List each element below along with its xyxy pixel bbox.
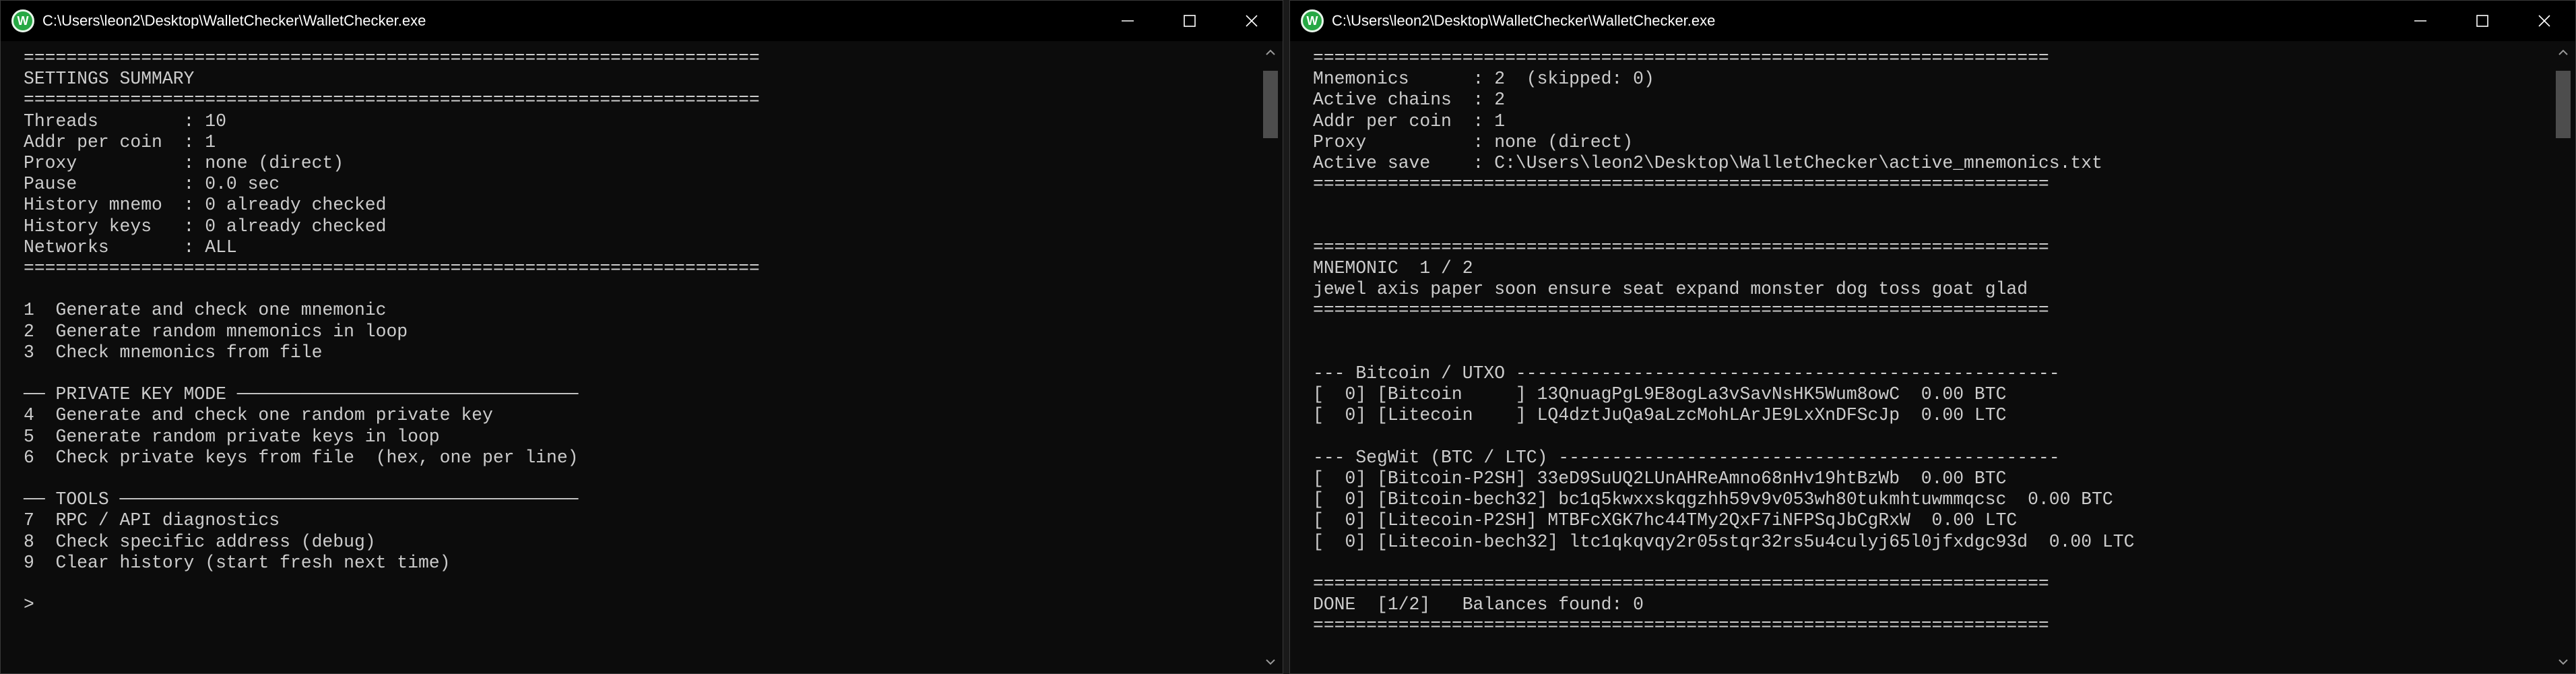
window-title: C:\Users\leon2\Desktop\WalletChecker\Wal… <box>1332 12 1716 29</box>
console-window-left[interactable]: W C:\Users\leon2\Desktop\WalletChecker\W… <box>0 0 1283 674</box>
console-line: ========================================… <box>1313 48 2049 68</box>
console-line: ========================================… <box>1313 237 2049 257</box>
console-line: Pause : 0.0 sec <box>24 174 280 195</box>
console-line: ========================================… <box>1313 300 2049 321</box>
console-line: ========================================… <box>24 90 760 111</box>
close-icon <box>2538 15 2550 27</box>
window-title: C:\Users\leon2\Desktop\WalletChecker\Wal… <box>42 12 426 29</box>
console-line: [ 0] [Bitcoin ] 13QnuagPgL9E8ogLa3vSavNs… <box>1313 384 2007 405</box>
console-output[interactable]: ========================================… <box>1 41 1257 673</box>
window-gap <box>1283 0 1289 674</box>
console-line: Threads : 10 <box>24 111 226 131</box>
console-line: [ 0] [Litecoin-bech32] ltc1qkqvqy2r05stq… <box>1313 531 2135 552</box>
console-line: ========================================… <box>24 48 760 68</box>
console-output[interactable]: ========================================… <box>1290 41 2550 673</box>
console-line: 4 Generate and check one random private … <box>24 405 493 426</box>
console-line: History keys : 0 already checked <box>24 216 387 237</box>
wallet-app-icon: W <box>1301 9 1324 32</box>
wallet-app-icon: W <box>11 9 34 32</box>
console-line: --- Bitcoin / UTXO ---------------------… <box>1313 363 2060 384</box>
scroll-down-arrow-icon[interactable] <box>1258 650 1283 673</box>
console-line: jewel axis paper soon ensure seat expand… <box>1313 279 2028 300</box>
close-icon <box>1246 15 1258 27</box>
maximize-button[interactable] <box>1159 1 1221 41</box>
console-line: --- SegWit (BTC / LTC) -----------------… <box>1313 447 2060 468</box>
console-line: Networks : ALL <box>24 237 237 257</box>
console-line: [ 0] [Bitcoin-bech32] bc1q5kwxxskqgzhh59… <box>1313 489 2113 510</box>
scroll-down-arrow-icon[interactable] <box>2551 650 2575 673</box>
console-line: ========================================… <box>24 258 760 278</box>
console-line: DONE [1/2] Balances found: 0 <box>1313 594 1644 615</box>
console-line: Active save : C:\Users\leon2\Desktop\Wal… <box>1313 153 2102 173</box>
console-line: [ 0] [Litecoin-P2SH] MTBFcXGK7hc44TMy2Qx… <box>1313 510 2018 531</box>
console-line: SETTINGS SUMMARY <box>24 69 195 90</box>
console-line: Addr per coin : 1 <box>1313 111 1506 131</box>
title-bar[interactable]: W C:\Users\leon2\Desktop\WalletChecker\W… <box>1 1 1283 41</box>
console-line: ========================================… <box>1313 174 2049 195</box>
console-line: MNEMONIC 1 / 2 <box>1313 258 1473 278</box>
scroll-up-arrow-icon[interactable] <box>1258 41 1283 64</box>
minimize-icon <box>2414 20 2426 22</box>
console-line: 1 Generate and check one mnemonic <box>24 300 387 321</box>
console-line: ========================================… <box>1313 574 2049 594</box>
console-line: History mnemo : 0 already checked <box>24 195 387 216</box>
console-line: 2 Generate random mnemonics in loop <box>24 321 408 342</box>
minimize-button[interactable] <box>1097 1 1159 41</box>
scrollbar-thumb[interactable] <box>1263 71 1278 138</box>
console-line: Proxy : none (direct) <box>1313 131 1634 152</box>
console-line: Proxy : none (direct) <box>24 153 344 173</box>
console-line: 8 Check specific address (debug) <box>24 531 376 552</box>
maximize-icon <box>1184 15 1196 27</box>
maximize-button[interactable] <box>2451 1 2513 41</box>
console-line: 7 RPC / API diagnostics <box>24 510 280 531</box>
console-line: [ 0] [Litecoin ] LQ4dztJuQa9aLzcMohLArJE… <box>1313 405 2007 426</box>
console-line: ========================================… <box>1313 615 2049 636</box>
console-line: 9 Clear history (start fresh next time) <box>24 552 451 573</box>
console-line: 6 Check private keys from file (hex, one… <box>24 447 579 468</box>
console-line: ── PRIVATE KEY MODE ────────────────────… <box>24 384 579 405</box>
console-window-right[interactable]: W C:\Users\leon2\Desktop\WalletChecker\W… <box>1289 0 2576 674</box>
console-line: > <box>24 594 34 615</box>
console-line: 3 Check mnemonics from file <box>24 342 323 363</box>
minimize-button[interactable] <box>2389 1 2451 41</box>
close-button[interactable] <box>1221 1 1283 41</box>
console-line: Active chains : 2 <box>1313 90 1506 111</box>
console-line: Mnemonics : 2 (skipped: 0) <box>1313 69 1654 90</box>
console-line: Addr per coin : 1 <box>24 131 216 152</box>
scrollbar-thumb[interactable] <box>2556 71 2571 138</box>
close-button[interactable] <box>2513 1 2575 41</box>
vertical-scrollbar[interactable] <box>2551 41 2575 673</box>
maximize-icon <box>2476 15 2488 27</box>
console-line: [ 0] [Bitcoin-P2SH] 33eD9SuUQ2LUnAHReAmn… <box>1313 468 2007 489</box>
title-bar[interactable]: W C:\Users\leon2\Desktop\WalletChecker\W… <box>1290 1 2575 41</box>
console-line: ── TOOLS ───────────────────────────────… <box>24 489 579 510</box>
console-line: 5 Generate random private keys in loop <box>24 426 440 447</box>
vertical-scrollbar[interactable] <box>1258 41 1283 673</box>
minimize-icon <box>1122 20 1134 22</box>
scroll-up-arrow-icon[interactable] <box>2551 41 2575 64</box>
